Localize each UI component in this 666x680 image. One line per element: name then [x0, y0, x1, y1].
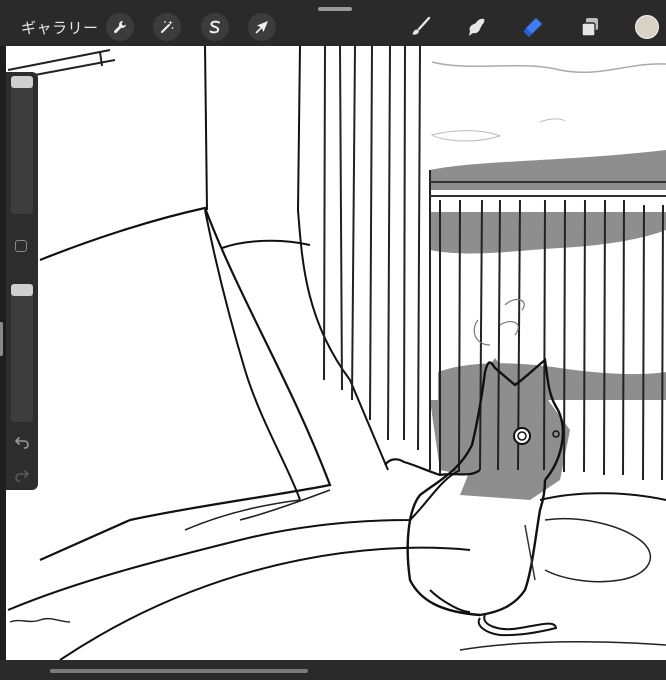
home-indicator[interactable] [50, 669, 308, 673]
wrench-icon [114, 21, 126, 34]
modify-button[interactable] [15, 240, 27, 252]
eraser-icon [523, 18, 542, 37]
undo-icon[interactable] [14, 434, 30, 450]
sketch-artwork [7, 46, 666, 660]
smudge-button[interactable] [461, 12, 491, 42]
opacity-knob[interactable] [11, 284, 33, 296]
smudge-finger-icon [469, 18, 485, 36]
sidebar-handle[interactable] [0, 322, 3, 356]
top-toolbar: ギャラリー [0, 0, 666, 46]
magic-wand-icon [161, 20, 174, 33]
eraser-button[interactable] [518, 12, 548, 42]
brush-size-slider[interactable] [11, 76, 33, 214]
actions-button[interactable] [106, 13, 134, 41]
brush-size-knob[interactable] [11, 76, 33, 88]
adjustments-button[interactable] [153, 13, 181, 41]
gallery-button[interactable]: ギャラリー [21, 17, 99, 38]
layers-icon [581, 18, 598, 37]
selection-s-icon [209, 20, 220, 34]
color-button[interactable] [632, 12, 662, 42]
opacity-slider[interactable] [11, 284, 33, 422]
brush-icon [412, 16, 431, 35]
arrow-cursor-icon [255, 21, 268, 34]
redo-icon[interactable] [14, 467, 30, 483]
selection-button[interactable] [201, 13, 229, 41]
transform-button[interactable] [248, 13, 276, 41]
brush-button[interactable] [405, 12, 435, 42]
color-swatch-icon [635, 15, 659, 39]
brush-sidebar [6, 72, 38, 490]
drawing-canvas[interactable] [6, 46, 666, 660]
layers-button[interactable] [575, 12, 605, 42]
toolbar-grabber[interactable] [318, 7, 352, 11]
